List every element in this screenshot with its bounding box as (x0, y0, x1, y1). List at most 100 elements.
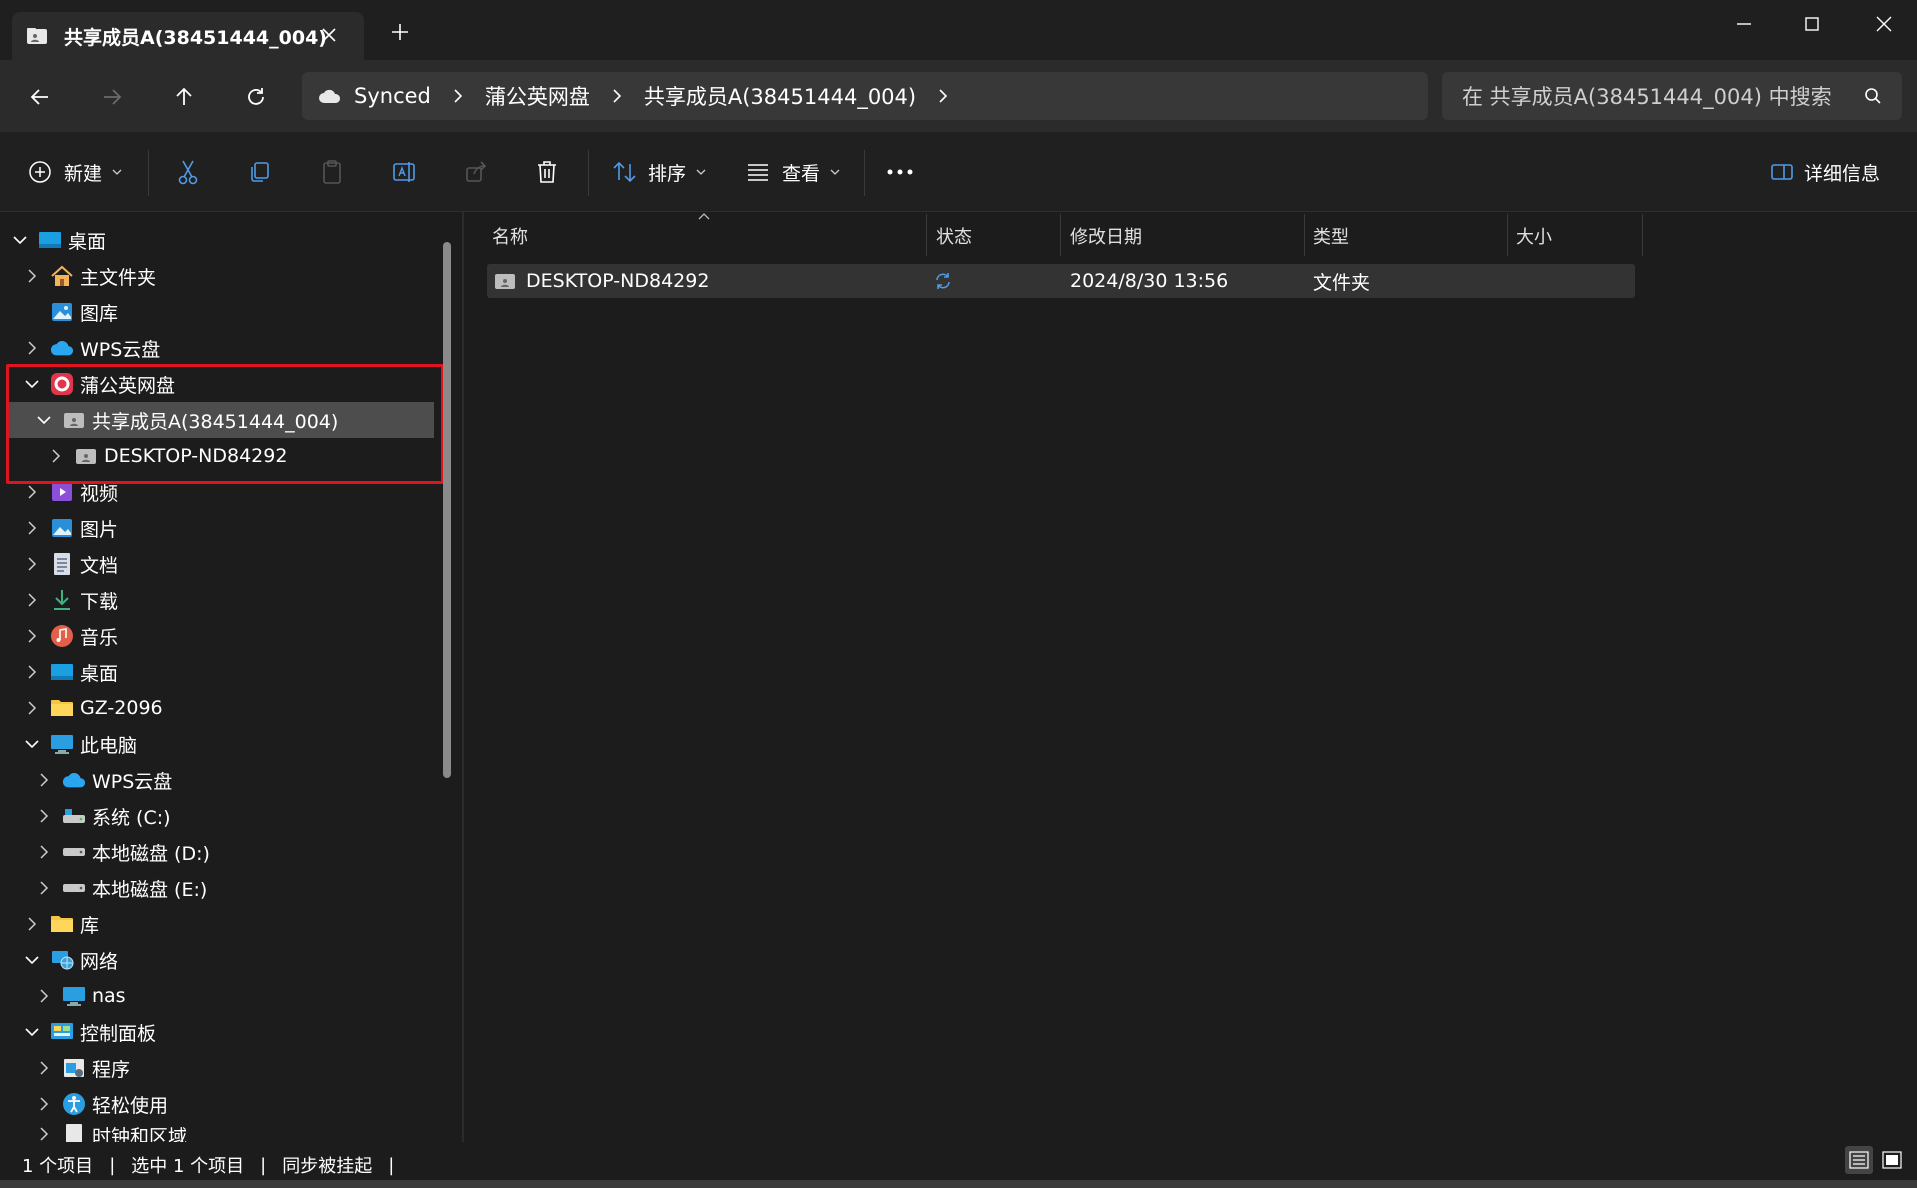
back-arrow-icon[interactable] (25, 82, 55, 112)
sidebar-item-wps-cloud-2[interactable]: WPS云盘 (0, 762, 440, 798)
tiles-view-icon[interactable] (1878, 1146, 1906, 1174)
column-header-status[interactable]: 状态 (936, 216, 1056, 256)
chevron-right-icon[interactable] (20, 660, 44, 684)
chevron-right-icon[interactable] (32, 984, 56, 1008)
chevron-right-icon[interactable] (32, 876, 56, 900)
chevron-right-icon[interactable] (20, 696, 44, 720)
paste-button[interactable] (320, 132, 344, 212)
chevron-right-icon[interactable] (20, 552, 44, 576)
details-view-icon[interactable] (1845, 1146, 1873, 1174)
chevron-down-icon[interactable] (20, 948, 44, 972)
column-header-type[interactable]: 类型 (1313, 216, 1503, 256)
column-divider[interactable] (1304, 214, 1305, 256)
sidebar-item-programs[interactable]: 程序 (0, 1050, 440, 1086)
breadcrumb-synced[interactable]: Synced (354, 84, 431, 108)
chevron-right-icon[interactable] (32, 1092, 56, 1116)
view-label: 查看 (782, 162, 821, 185)
sidebar-item-videos[interactable]: 视频 (0, 474, 440, 510)
file-list-pane (464, 212, 1917, 1142)
share-button[interactable] (464, 132, 488, 212)
sidebar-item-drive-e[interactable]: 本地磁盘 (E:) (0, 870, 440, 906)
chevron-right-icon[interactable] (453, 88, 463, 104)
more-options-button[interactable] (886, 132, 914, 212)
sidebar-item-clock-region[interactable]: 时钟和区域 (0, 1122, 440, 1142)
refresh-icon[interactable] (241, 82, 271, 112)
sidebar-item-wps-cloud[interactable]: WPS云盘 (0, 330, 440, 366)
file-name-cell[interactable]: DESKTOP-ND84292 (494, 264, 709, 298)
chevron-right-icon[interactable] (32, 804, 56, 828)
chevron-right-icon[interactable] (20, 516, 44, 540)
chevron-right-icon[interactable] (20, 336, 44, 360)
chevron-right-icon[interactable] (612, 88, 622, 104)
sidebar-item-network[interactable]: 网络 (0, 942, 440, 978)
sidebar-item-documents[interactable]: 文档 (0, 546, 440, 582)
sidebar-item-desktop-nd84292[interactable]: DESKTOP-ND84292 (0, 438, 440, 474)
chevron-down-icon[interactable] (32, 408, 56, 432)
sort-button[interactable]: 排序 (612, 132, 706, 212)
chevron-right-icon[interactable] (32, 1122, 56, 1142)
column-header-modified[interactable]: 修改日期 (1070, 216, 1300, 256)
column-divider[interactable] (926, 214, 927, 256)
tab-current[interactable]: 共享成员A(38451444_004) (12, 12, 364, 60)
chevron-right-icon[interactable] (20, 588, 44, 612)
sidebar-item-home[interactable]: 主文件夹 (0, 258, 440, 294)
cut-button[interactable] (176, 132, 200, 212)
breadcrumb-shared-member[interactable]: 共享成员A(38451444_004) (644, 81, 916, 111)
sidebar-item-accessibility[interactable]: 轻松使用 (0, 1086, 440, 1122)
chevron-down-icon[interactable] (20, 732, 44, 756)
chevron-right-icon[interactable] (20, 480, 44, 504)
sidebar-item-this-pc[interactable]: 此电脑 (0, 726, 440, 762)
column-header-name[interactable]: 名称 (492, 216, 912, 256)
sidebar-item-pictures[interactable]: 图片 (0, 510, 440, 546)
maximize-icon[interactable] (1788, 10, 1836, 38)
chevron-right-icon[interactable] (20, 624, 44, 648)
close-window-icon[interactable] (1860, 10, 1908, 38)
sidebar-item-gallery[interactable]: 图库 (0, 294, 440, 330)
column-divider[interactable] (1060, 214, 1061, 256)
sidebar-item-shared-member[interactable]: 共享成员A(38451444_004) (8, 402, 434, 438)
sidebar-item-drive-d[interactable]: 本地磁盘 (D:) (0, 834, 440, 870)
title-bar: 共享成员A(38451444_004) (0, 0, 1917, 60)
column-header-size[interactable]: 大小 (1516, 216, 1636, 256)
chevron-right-icon[interactable] (32, 1056, 56, 1080)
search-icon[interactable] (1864, 87, 1882, 105)
view-button[interactable]: 查看 (746, 132, 840, 212)
up-arrow-icon[interactable] (169, 82, 199, 112)
column-divider[interactable] (1642, 214, 1643, 256)
chevron-right-icon[interactable] (32, 768, 56, 792)
sidebar-item-downloads[interactable]: 下载 (0, 582, 440, 618)
sidebar-item-pugongying[interactable]: 蒲公英网盘 (0, 366, 440, 402)
breadcrumb-pugongying[interactable]: 蒲公英网盘 (485, 81, 590, 111)
sidebar-item-label: DESKTOP-ND84292 (104, 445, 288, 467)
column-divider[interactable] (1507, 214, 1508, 256)
sidebar-item-desktop[interactable]: 桌面 (0, 222, 440, 258)
rename-button[interactable] (392, 132, 418, 212)
sidebar-item-nas[interactable]: nas (0, 978, 440, 1014)
delete-button[interactable] (536, 132, 558, 212)
sidebar-item-drive-c[interactable]: 系统 (C:) (0, 798, 440, 834)
close-tab-icon[interactable] (320, 26, 338, 44)
chevron-down-icon[interactable] (8, 228, 32, 252)
sidebar-item-desktop-2[interactable]: 桌面 (0, 654, 440, 690)
chevron-right-icon[interactable] (20, 264, 44, 288)
new-button[interactable]: 新建 (28, 132, 122, 212)
details-button[interactable]: 详细信息 (1770, 132, 1880, 212)
chevron-right-icon[interactable] (938, 88, 948, 104)
chevron-down-icon[interactable] (20, 372, 44, 396)
chevron-right-icon[interactable] (20, 912, 44, 936)
desktop-icon (38, 228, 62, 252)
new-tab-icon[interactable] (390, 22, 410, 42)
search-input[interactable]: 在 共享成员A(38451444_004) 中搜索 (1442, 72, 1902, 120)
minimize-icon[interactable] (1720, 10, 1768, 38)
sidebar-scrollbar[interactable] (443, 242, 451, 778)
sidebar-item-control-panel[interactable]: 控制面板 (0, 1014, 440, 1050)
address-bar[interactable]: Synced 蒲公英网盘 共享成员A(38451444_004) (302, 72, 1428, 120)
chevron-right-icon[interactable] (32, 840, 56, 864)
copy-button[interactable] (248, 132, 272, 212)
sidebar-item-gz-2096[interactable]: GZ-2096 (0, 690, 440, 726)
sidebar-item-music[interactable]: 音乐 (0, 618, 440, 654)
chevron-right-icon[interactable] (44, 444, 68, 468)
forward-arrow-icon[interactable] (97, 82, 127, 112)
sidebar-item-libraries[interactable]: 库 (0, 906, 440, 942)
chevron-down-icon[interactable] (20, 1020, 44, 1044)
